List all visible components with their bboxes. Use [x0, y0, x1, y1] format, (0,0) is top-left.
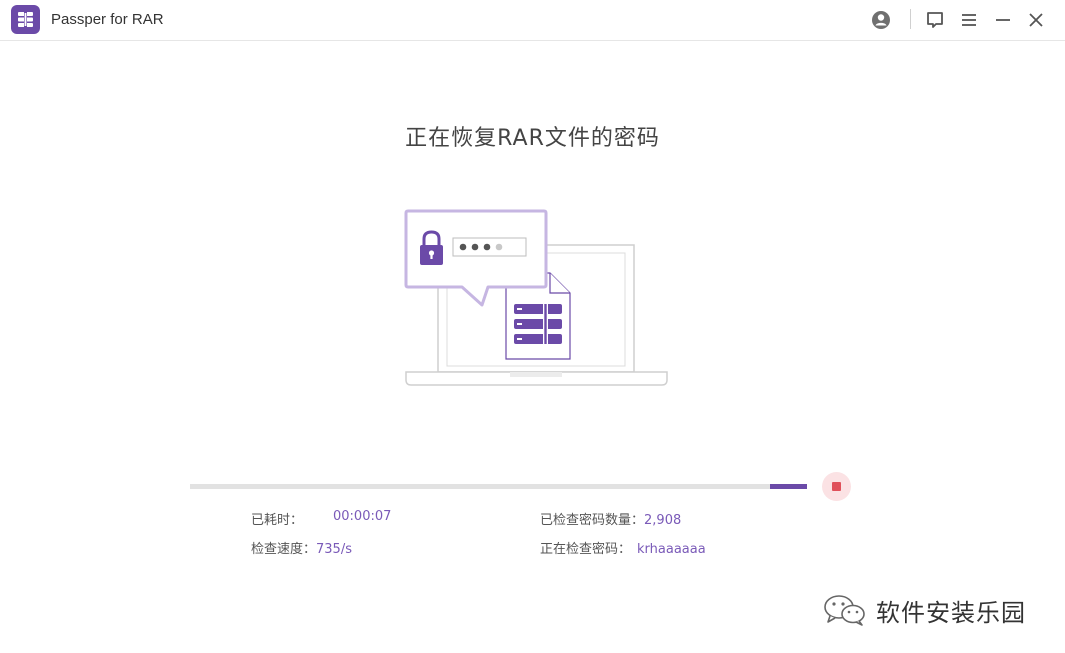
elapsed-time-label: 已耗时：	[251, 513, 304, 528]
title-bar-divider	[910, 9, 911, 29]
rar-archive-logo-icon	[11, 5, 40, 34]
current-password-stat: 正在检查密码： krhaaaaaa	[540, 538, 706, 557]
elapsed-time-stat: 已耗时：	[251, 509, 303, 528]
watermark: 软件安装乐园	[822, 592, 1026, 628]
account-icon[interactable]	[871, 10, 891, 30]
progress-track	[190, 484, 807, 489]
checked-count-label: 已检查密码数量：	[540, 513, 645, 528]
progress-fill	[770, 484, 807, 489]
close-icon[interactable]	[1026, 10, 1046, 30]
laptop-lock-archive-icon	[400, 205, 675, 394]
feedback-icon[interactable]	[925, 10, 945, 30]
wechat-icon	[824, 595, 865, 626]
watermark-text: 软件安装乐园	[876, 598, 1026, 627]
speed-value: 735/s	[316, 542, 352, 557]
stop-button[interactable]	[822, 472, 851, 501]
current-password-value: krhaaaaaa	[637, 542, 706, 557]
checked-count-value: 2,908	[644, 513, 682, 528]
speed-stat: 检查速度：735/s	[251, 538, 352, 557]
app-title: Passper for RAR	[51, 11, 164, 28]
menu-icon[interactable]	[959, 10, 979, 30]
speed-label: 检查速度：	[251, 542, 317, 557]
title-bar: Passper for RAR	[0, 0, 1065, 41]
elapsed-time-value-wrap: 00:00:07	[333, 509, 391, 524]
stop-icon	[832, 482, 841, 491]
page-title: 正在恢复RAR文件的密码	[405, 126, 660, 151]
checked-count-stat: 已检查密码数量：2,908	[540, 509, 681, 528]
minimize-icon[interactable]	[993, 10, 1013, 30]
current-password-label: 正在检查密码：	[540, 542, 632, 557]
elapsed-time-value: 00:00:07	[333, 509, 392, 524]
